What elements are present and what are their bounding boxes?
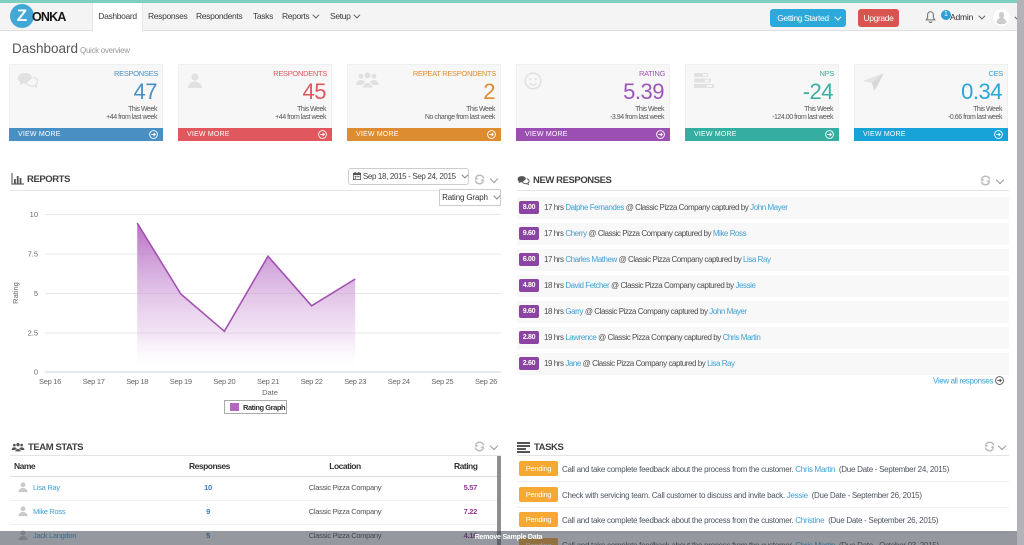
svg-text:0: 0 bbox=[34, 368, 38, 377]
svg-text:Sep 24: Sep 24 bbox=[388, 377, 410, 386]
svg-text:Sep 23: Sep 23 bbox=[344, 377, 366, 386]
svg-text:Sep 17: Sep 17 bbox=[83, 377, 105, 386]
svg-text:Sep 25: Sep 25 bbox=[431, 377, 453, 386]
svg-text:Sep 20: Sep 20 bbox=[213, 377, 235, 386]
svg-text:Sep 26: Sep 26 bbox=[475, 377, 497, 386]
svg-text:Sep 21: Sep 21 bbox=[257, 377, 279, 386]
svg-text:Sep 16: Sep 16 bbox=[39, 377, 61, 386]
svg-text:Sep 19: Sep 19 bbox=[170, 377, 192, 386]
svg-text:2.5: 2.5 bbox=[28, 329, 38, 338]
svg-text:5: 5 bbox=[34, 289, 38, 298]
svg-text:10: 10 bbox=[30, 210, 38, 219]
svg-text:Rating: Rating bbox=[11, 282, 20, 304]
svg-text:Sep 22: Sep 22 bbox=[301, 377, 323, 386]
svg-text:Date: Date bbox=[262, 388, 278, 397]
svg-text:7.5: 7.5 bbox=[28, 250, 38, 259]
svg-text:Sep 18: Sep 18 bbox=[126, 377, 148, 386]
